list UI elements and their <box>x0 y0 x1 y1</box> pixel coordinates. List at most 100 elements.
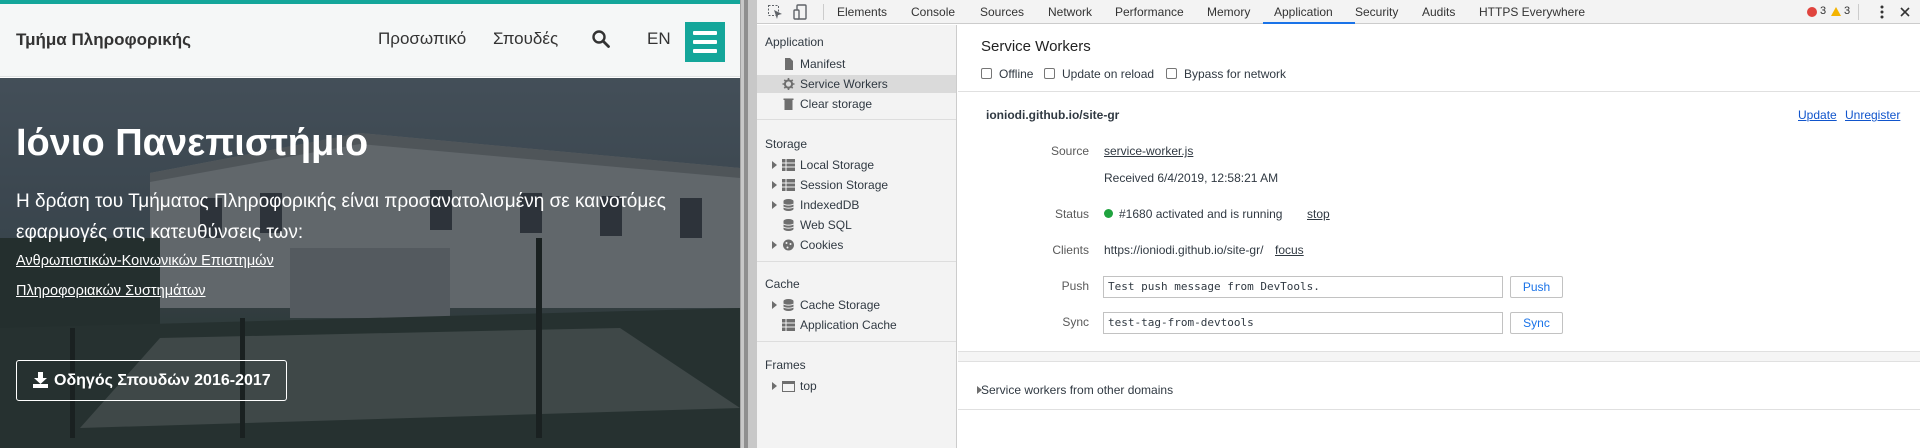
tab-performance[interactable]: Performance <box>1115 0 1184 24</box>
study-guide-download-button[interactable]: Οδηγός Σπουδών 2016-2017 <box>16 360 287 401</box>
more-options-icon[interactable] <box>1874 4 1890 20</box>
expand-arrow-icon[interactable] <box>772 161 777 169</box>
hero-section: Ιόνιο Πανεπιστήμιο Η δράση του Τμήματος … <box>0 78 740 448</box>
window-divider[interactable] <box>740 0 757 448</box>
tab-elements[interactable]: Elements <box>837 0 887 24</box>
trash-icon <box>783 98 794 110</box>
sidebar-item-label: Web SQL <box>800 218 852 232</box>
source-file-link[interactable]: service-worker.js <box>1104 144 1193 158</box>
sidebar-item-frame-top[interactable]: top <box>757 377 956 395</box>
sidebar-item-label: IndexedDB <box>800 198 860 212</box>
gear-icon <box>782 78 795 90</box>
hero-link-information-systems[interactable]: Πληροφοριακών Συστημάτων <box>16 283 206 299</box>
checkbox-label: Update on reload <box>1062 67 1155 81</box>
tab-memory[interactable]: Memory <box>1207 0 1250 24</box>
toolbar-separator <box>823 4 824 20</box>
checkbox-box[interactable] <box>981 68 992 79</box>
site-brand[interactable]: Τμήμα Πληροφορικής <box>16 30 191 50</box>
sidebar-section-storage: Storage <box>765 137 808 151</box>
clients-label: Clients <box>1052 243 1089 257</box>
sync-tag-input[interactable]: test-tag-from-devtools <box>1103 312 1503 334</box>
sidebar-item-local-storage[interactable]: Local Storage <box>757 156 956 174</box>
study-guide-label: Οδηγός Σπουδών 2016-2017 <box>54 372 271 389</box>
device-toolbar-icon[interactable] <box>793 4 809 20</box>
website-viewport: Τμήμα Πληροφορικής Προσωπικό Σπουδές EN <box>0 0 740 448</box>
status-label: Status <box>1054 207 1089 221</box>
push-message-input[interactable]: Test push message from DevTools. <box>1103 276 1503 298</box>
sidebar-item-cache-storage[interactable]: Cache Storage <box>757 296 956 314</box>
nav-link-language[interactable]: EN <box>647 29 671 49</box>
checkbox-box[interactable] <box>1166 68 1177 79</box>
stop-link[interactable]: stop <box>1307 207 1330 221</box>
unregister-link[interactable]: Unregister <box>1845 108 1900 122</box>
expand-arrow-icon[interactable] <box>772 181 777 189</box>
push-label: Push <box>1061 279 1089 293</box>
tab-application[interactable]: Application <box>1274 0 1333 24</box>
expand-arrow-icon[interactable] <box>772 382 777 390</box>
sidebar-divider <box>757 341 956 342</box>
sidebar-item-service-workers[interactable]: Service Workers <box>757 75 956 93</box>
sidebar-item-cookies[interactable]: Cookies <box>757 236 956 254</box>
hamburger-bar <box>693 31 717 35</box>
warning-icon <box>1831 7 1841 16</box>
cookie-icon <box>783 239 794 251</box>
sidebar-item-session-storage[interactable]: Session Storage <box>757 176 956 194</box>
close-icon[interactable] <box>1897 4 1913 20</box>
sidebar-item-label: Cookies <box>800 238 844 252</box>
database-icon <box>783 299 794 311</box>
hamburger-bar <box>693 40 717 44</box>
database-icon <box>783 199 794 211</box>
menu-toggle-button[interactable] <box>685 22 725 62</box>
sidebar-item-clear-storage[interactable]: Clear storage <box>757 95 956 113</box>
sidebar-item-web-sql[interactable]: Web SQL <box>757 216 956 234</box>
worker-origin: ioniodi.github.io/site-gr <box>986 108 1120 122</box>
sidebar-item-label: Cache Storage <box>800 298 881 312</box>
sidebar-item-label: Local Storage <box>800 158 875 172</box>
expand-arrow-icon[interactable] <box>772 241 777 249</box>
sidebar-item-application-cache[interactable]: Application Cache <box>757 316 956 334</box>
sidebar-item-label: Clear storage <box>800 97 873 111</box>
checkbox-box[interactable] <box>1044 68 1055 79</box>
sidebar-section-frames: Frames <box>765 358 806 372</box>
checkbox-label: Bypass for network <box>1184 67 1287 81</box>
expand-arrow-icon[interactable] <box>977 386 982 394</box>
active-tab-indicator <box>1263 22 1355 24</box>
hero-description: Η δράση του Τμήματος Πληροφορικής είναι … <box>16 191 666 243</box>
tab-network[interactable]: Network <box>1048 0 1092 24</box>
other-domains-toggle[interactable]: Service workers from other domains <box>977 383 1173 397</box>
hero-link-humanities[interactable]: Ανθρωπιστικών-Κοινωνικών Επιστημών <box>16 253 274 269</box>
tab-audits[interactable]: Audits <box>1422 0 1455 24</box>
hero-title: Ιόνιο Πανεπιστήμιο <box>16 122 369 164</box>
error-count[interactable]: 3 <box>1820 5 1826 17</box>
checkbox-label: Offline <box>999 67 1034 81</box>
clients-url: https://ioniodi.github.io/site-gr/ <box>1104 243 1264 257</box>
divider-grip <box>744 0 748 448</box>
download-icon <box>33 372 48 388</box>
sync-button[interactable]: Sync <box>1510 312 1563 334</box>
section-divider <box>958 91 1920 92</box>
service-workers-panel: Service Workers Offline Update on reload… <box>958 25 1920 448</box>
expand-arrow-icon[interactable] <box>772 301 777 309</box>
nav-link-staff[interactable]: Προσωπικό <box>378 29 466 49</box>
panel-title: Service Workers <box>981 38 1091 55</box>
push-button[interactable]: Push <box>1510 276 1563 298</box>
update-link[interactable]: Update <box>1798 108 1837 122</box>
expand-arrow-icon[interactable] <box>772 201 777 209</box>
devtools-panel: Elements Console Sources Network Perform… <box>757 0 1920 448</box>
tab-https-everywhere[interactable]: HTTPS Everywhere <box>1479 0 1585 24</box>
warning-count[interactable]: 3 <box>1844 5 1850 17</box>
sidebar-item-indexeddb[interactable]: IndexedDB <box>757 196 956 214</box>
sync-label: Sync <box>1062 315 1089 329</box>
site-navbar: Τμήμα Πληροφορικής Προσωπικό Σπουδές EN <box>0 4 740 77</box>
tab-sources[interactable]: Sources <box>980 0 1024 24</box>
nav-link-studies[interactable]: Σπουδές <box>493 29 558 49</box>
sidebar-item-manifest[interactable]: Manifest <box>757 55 956 73</box>
search-icon[interactable] <box>592 30 610 48</box>
status-text: #1680 activated and is running <box>1119 207 1283 221</box>
file-icon <box>785 58 793 70</box>
inspect-element-icon[interactable] <box>767 4 783 20</box>
tab-console[interactable]: Console <box>911 0 955 24</box>
source-label: Source <box>1050 144 1089 158</box>
tab-security[interactable]: Security <box>1355 0 1398 24</box>
focus-link[interactable]: focus <box>1275 243 1304 257</box>
